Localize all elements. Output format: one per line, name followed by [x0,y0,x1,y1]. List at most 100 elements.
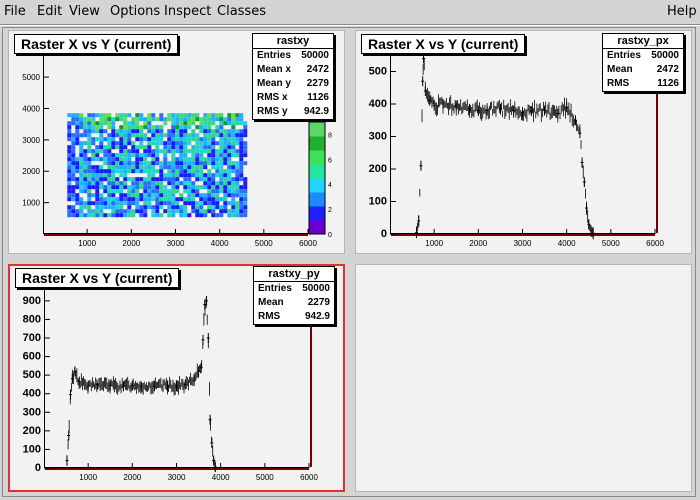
menu-edit[interactable]: Edit [37,4,62,19]
heatmap-cell [83,201,88,206]
heatmap-cell [243,149,248,154]
heatmap-cell [123,197,128,202]
heatmap-cell [123,149,128,154]
heatmap-cell [211,153,216,158]
heatmap-cell [135,145,140,150]
heatmap-cell [107,113,112,118]
y-tick-label: 3000 [22,136,40,145]
heatmap-cells [67,113,248,218]
heatmap-cell [151,205,156,210]
heatmap-cell [119,201,124,206]
y-tick-label: 300 [23,406,41,418]
pad-rastxy-px[interactable]: 1000 2000 3000 4000 5000 6000 0 100 200 300 400 500… [355,30,692,254]
heatmap-cell [111,161,116,166]
heatmap-cell [159,189,164,194]
heatmap-cell [191,137,196,142]
heatmap-cell [67,209,72,214]
heatmap-cell [163,133,168,138]
heatmap-cell [143,181,148,186]
heatmap-cell [159,193,164,198]
heatmap-cell [67,177,72,182]
y-tick-label: 200 [369,163,387,175]
heatmap-cell [223,205,228,210]
heatmap-cell [195,173,200,178]
heatmap-cell [147,161,152,166]
pad-rastxy[interactable]: 1000 2000 3000 4000 5000 6000 1000 2000 3000 4000… [8,30,345,254]
heatmap-cell [75,185,80,190]
heatmap-cell [115,181,120,186]
heatmap-cell [123,117,128,122]
heatmap-cell [147,189,152,194]
heatmap-cell [223,173,228,178]
heatmap-cell [243,189,248,194]
heatmap-cell [123,165,128,170]
pad-empty[interactable] [355,264,692,492]
heatmap-cell [187,201,192,206]
heatmap-cell [167,133,172,138]
color-scale-segment [309,178,325,193]
heatmap-cell [91,117,96,122]
heatmap-cell [187,165,192,170]
heatmap-cell [235,133,240,138]
menu-file[interactable]: File [4,4,26,19]
heatmap-cell [159,141,164,146]
heatmap-cell [239,133,244,138]
heatmap-cell [199,209,204,214]
heatmap-cell [243,129,248,134]
heatmap-cell [147,145,152,150]
heatmap-cell [83,129,88,134]
heatmap-cell [203,177,208,182]
heatmap-cell [91,113,96,118]
heatmap-cell [95,197,100,202]
heatmap-cell [187,133,192,138]
heatmap-cell [155,193,160,198]
heatmap-cell [191,209,196,214]
heatmap-cell [239,213,244,218]
heatmap-cell [123,125,128,130]
heatmap-cell [199,165,204,170]
heatmap-cell [179,129,184,134]
heatmap-cell [115,177,120,182]
heatmap-cell [211,165,216,170]
stats-box-rastxy[interactable]: rastxy Entries 50000 Mean x 2472 Mean y 227… [252,33,334,120]
heatmap-cell [151,117,156,122]
heatmap-cell [115,145,120,150]
heatmap-cell [115,113,120,118]
heatmap-cell [95,129,100,134]
heatmap-cell [187,185,192,190]
heatmap-cell [107,153,112,158]
heatmap-cell [123,161,128,166]
heatmap-cell [135,125,140,130]
menu-help[interactable]: Help [667,4,697,19]
canvas-area[interactable]: 1000 2000 3000 4000 5000 6000 1000 2000 3000 4000… [2,27,696,497]
heatmap-cell [243,213,248,218]
menu-classes[interactable]: Classes [217,4,266,19]
heatmap-cell [183,189,188,194]
heatmap-cell [123,153,128,158]
heatmap-cell [123,169,128,174]
heatmap-cell [151,209,156,214]
stats-box-rastxy-py[interactable]: rastxy_py Entries 50000 Mean 2279 RMS 942.9 [253,266,335,325]
heatmap-cell [139,117,144,122]
heatmap-cell [207,133,212,138]
menu-inspect[interactable]: Inspect [164,4,211,19]
heatmap-cell [143,145,148,150]
heatmap-cell [183,165,188,170]
heatmap-cell [107,161,112,166]
menu-view[interactable]: View [69,4,100,19]
heatmap-cell [239,149,244,154]
pad-title: Raster X vs Y (current) [14,34,179,54]
stats-box-rastxy-px[interactable]: rastxy_px Entries 50000 Mean 2472 RMS 1126 [602,33,684,92]
menu-options[interactable]: Options [110,4,160,19]
heatmap-cell [227,141,232,146]
heatmap-cell [75,201,80,206]
heatmap-cell [219,209,224,214]
heatmap-cell [119,157,124,162]
pad-rastxy-py[interactable]: 1000 2000 3000 4000 5000 6000 0 100 200 300 400 500… [8,264,345,492]
heatmap-cell [99,165,104,170]
heatmap-cell [111,133,116,138]
heatmap-cell [211,137,216,142]
heatmap-cell [163,197,168,202]
heatmap-cell [135,129,140,134]
heatmap-cell [239,189,244,194]
